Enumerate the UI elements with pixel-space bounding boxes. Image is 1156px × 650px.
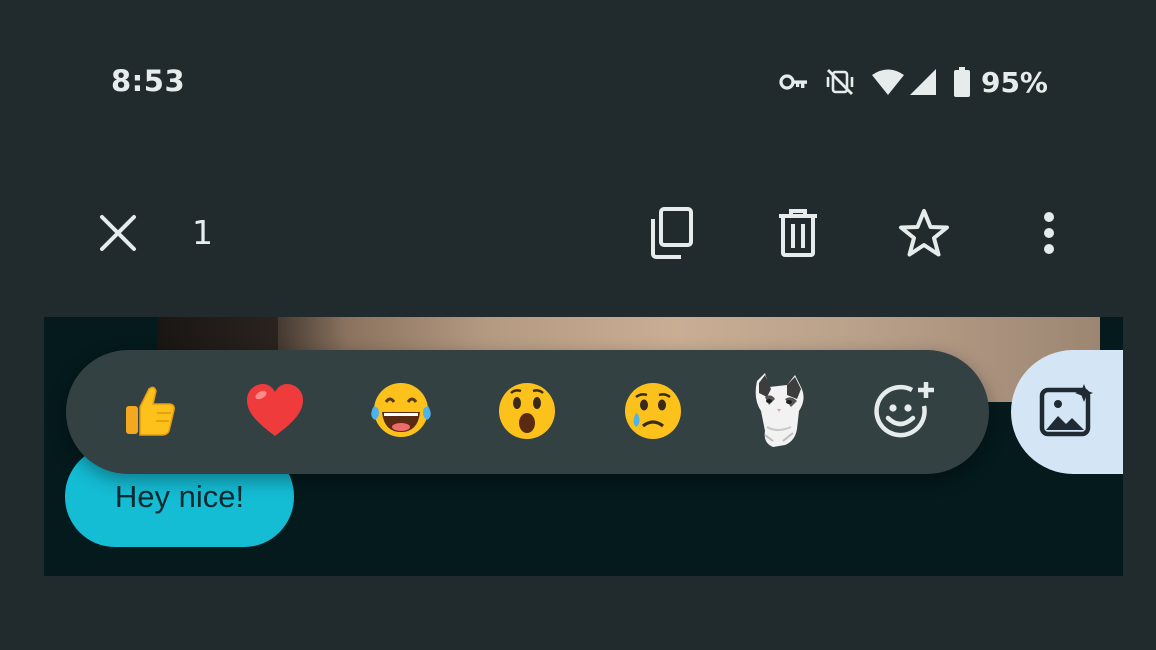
battery-icon: [953, 67, 971, 97]
reaction-thumbs-up[interactable]: [114, 378, 184, 448]
add-emoji-icon: [872, 380, 938, 446]
red-heart-emoji: [244, 380, 306, 446]
message-text: Hey nice!: [114, 478, 245, 514]
more-options-button[interactable]: [1019, 195, 1079, 275]
star-icon: [898, 208, 950, 262]
ai-photo-button[interactable]: [1011, 350, 1123, 474]
copy-button[interactable]: [641, 195, 701, 275]
delete-button[interactable]: [768, 195, 828, 275]
battery-percent: 95%: [980, 65, 1048, 99]
vpn-key-icon: [779, 72, 809, 92]
thumbs-up-emoji: [118, 380, 180, 446]
status-time: 8:53: [111, 64, 186, 98]
reaction-heart[interactable]: [240, 378, 310, 448]
close-icon: [98, 213, 138, 257]
close-selection-button[interactable]: [88, 195, 148, 275]
copy-icon: [647, 207, 695, 263]
star-button[interactable]: [894, 195, 954, 275]
vibrate-off-icon: [825, 67, 855, 97]
reaction-bar: [66, 350, 989, 474]
selection-action-bar: [0, 195, 1156, 275]
cat-sticker: [747, 371, 811, 455]
add-reaction-button[interactable]: [870, 378, 940, 448]
surprised-emoji: [495, 380, 559, 446]
reaction-surprised[interactable]: [492, 378, 562, 448]
wifi-icon: [871, 68, 905, 96]
reaction-laugh[interactable]: [366, 378, 436, 448]
reaction-sad[interactable]: [618, 378, 688, 448]
status-icons: 95%: [763, 62, 1048, 102]
more-vert-icon: [1042, 211, 1056, 259]
tears-of-joy-emoji: [366, 380, 436, 446]
reaction-cat-sticker[interactable]: [744, 373, 814, 448]
delete-icon: [776, 208, 820, 262]
selected-count: 1: [192, 213, 213, 252]
signal-icon: [909, 68, 937, 96]
status-bar: 8:53 95%: [0, 0, 1156, 165]
sad-tear-emoji: [621, 380, 685, 446]
photo-sparkle-icon: [1038, 382, 1096, 442]
